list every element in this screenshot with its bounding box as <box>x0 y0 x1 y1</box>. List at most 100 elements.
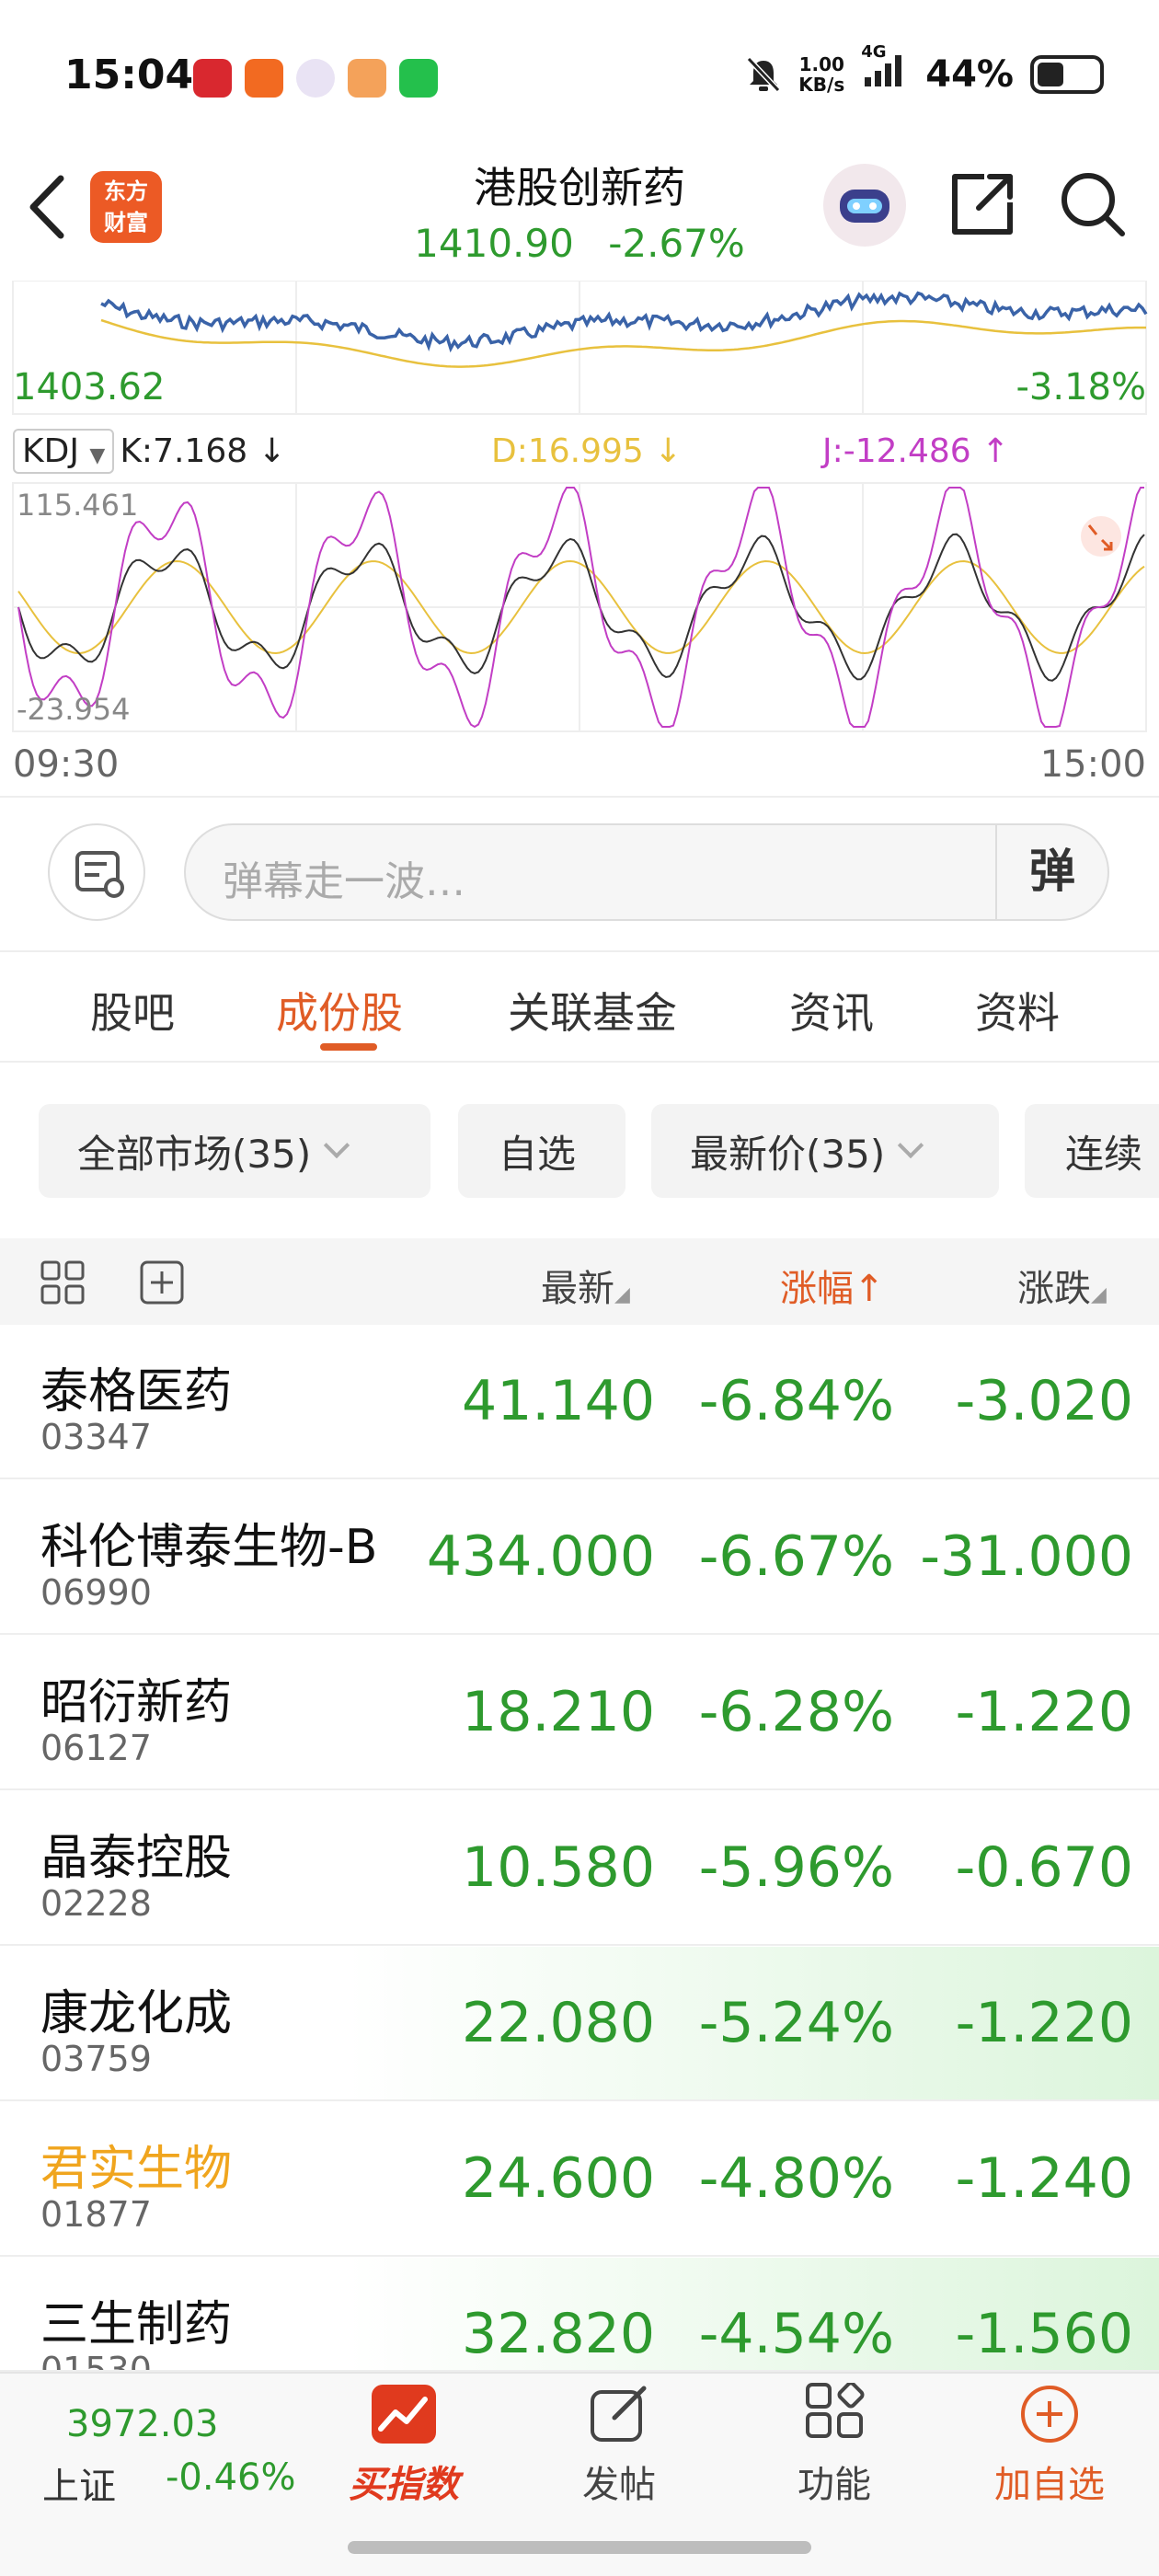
table-row[interactable]: 晶泰控股 02228 10.580 -5.96% -0.670 <box>0 1791 1159 1946</box>
price-low-pct: -3.18% <box>1016 366 1146 408</box>
stock-code: 06990 <box>40 1572 152 1613</box>
stock-change: -1.560 <box>955 2302 1133 2366</box>
time-start: 09:30 <box>13 743 120 786</box>
tab-news[interactable]: 资讯 <box>789 980 874 1041</box>
index-price: 1410.90 <box>414 221 574 266</box>
watchlist-filter[interactable]: 自选 <box>458 1104 625 1198</box>
sh-index-pct[interactable]: -0.46% <box>166 2456 296 2499</box>
signal-marker <box>1081 516 1121 557</box>
app-notification-icon <box>296 59 335 98</box>
table-row[interactable]: 三生制药 01530 32.820 -4.54% -1.560 <box>0 2258 1159 2372</box>
kdj-max-label: 115.461 <box>17 488 139 523</box>
net-speed: 1.00 KB/s <box>798 54 844 95</box>
kdj-d-value: D:16.995 ↓ <box>491 431 683 470</box>
search-icon[interactable] <box>1058 169 1128 239</box>
nav-buy-index[interactable]: 买指数 <box>335 2383 473 2508</box>
table-row[interactable]: 君实生物 01877 24.600 -4.80% -1.240 <box>0 2102 1159 2257</box>
stock-code: 01877 <box>40 2194 152 2235</box>
nav-buy-index-label: 买指数 <box>349 2464 459 2506</box>
price-low-label: 1403.62 <box>13 366 166 408</box>
stock-price: 18.210 <box>462 1680 655 1744</box>
stock-code: 01530 <box>40 2350 152 2372</box>
time-end: 15:00 <box>1039 743 1146 786</box>
stock-name: 晶泰控股 <box>40 1831 233 1886</box>
indicator-name: KDJ <box>22 431 79 470</box>
tab-constituents[interactable]: 成份股 <box>276 980 403 1041</box>
stock-change-pct: -6.67% <box>698 1524 894 1589</box>
stock-name: 昭衍新药 <box>40 1675 233 1731</box>
nav-post[interactable]: 发帖 <box>550 2383 688 2508</box>
stock-change: -31.000 <box>920 1524 1133 1589</box>
add-icon[interactable] <box>138 1259 186 1306</box>
price-filter[interactable]: 最新价(35) <box>651 1104 999 1198</box>
sh-index-name[interactable]: 上证 <box>42 2456 116 2510</box>
nav-functions-label: 功能 <box>798 2464 871 2506</box>
battery-fill <box>1038 63 1063 86</box>
kdj-legend: KDJ ▼ K:7.168 ↓ D:16.995 ↓ J:-12.486 ↑ <box>13 423 1153 478</box>
kdj-j-value: J:-12.486 ↑ <box>822 431 1010 470</box>
chevron-down-icon <box>324 1132 350 1159</box>
stock-price: 22.080 <box>462 1991 655 2055</box>
tab-related-funds[interactable]: 关联基金 <box>508 980 677 1041</box>
table-row[interactable]: 昭衍新药 06127 18.210 -6.28% -1.220 <box>0 1636 1159 1790</box>
notification-icons <box>193 59 438 98</box>
chevron-down-icon <box>898 1132 924 1159</box>
sh-index-value[interactable]: 3972.03 <box>66 2403 218 2445</box>
danmu-settings-icon[interactable] <box>48 823 145 921</box>
watchlist-filter-label: 自选 <box>499 1131 577 1177</box>
net-speed-unit: KB/s <box>798 74 845 96</box>
col-latest-label: 最新 <box>541 1268 614 1310</box>
signal-icon: 4G <box>861 42 909 98</box>
table-row[interactable]: 科伦博泰生物-B 06990 434.000 -6.67% -31.000 <box>0 1480 1159 1635</box>
nav-add-watchlist[interactable]: 加自选 <box>981 2383 1119 2508</box>
stock-code: 03347 <box>40 1417 152 1457</box>
kdj-k-value: K:7.168 ↓ <box>120 431 286 470</box>
robot-face-icon <box>840 190 889 223</box>
nav-add-watchlist-label: 加自选 <box>994 2464 1105 2506</box>
stock-change-pct: -4.54% <box>698 2302 894 2366</box>
tab-info[interactable]: 资料 <box>975 980 1060 1041</box>
col-change[interactable]: 涨跌◢ <box>1017 1259 1107 1312</box>
col-latest[interactable]: 最新◢ <box>541 1259 630 1312</box>
wechat-icon <box>399 59 438 98</box>
col-change-pct[interactable]: 涨幅↑ <box>780 1259 885 1312</box>
share-icon[interactable] <box>947 169 1017 239</box>
app-notification-icon <box>348 59 386 98</box>
status-right: 1.00 KB/s 4G 44% <box>745 42 1104 98</box>
stock-change-pct: -4.80% <box>698 2146 894 2211</box>
stock-change: -1.220 <box>955 1991 1133 2055</box>
index-change-pct: -2.67% <box>608 221 745 266</box>
streak-filter[interactable]: 连续 <box>1025 1104 1159 1198</box>
dropdown-triangle-icon: ▼ <box>89 443 106 467</box>
tab-active-underline <box>320 1043 377 1051</box>
stock-change-pct: -5.24% <box>698 1991 894 2055</box>
assistant-robot-icon[interactable] <box>823 164 906 247</box>
intraday-chart[interactable] <box>0 281 1159 796</box>
kdj-min-label: -23.954 <box>17 692 131 727</box>
mute-icon <box>747 56 781 93</box>
battery-icon <box>1030 55 1104 94</box>
apps-icon <box>806 2381 865 2438</box>
danmu-list-icon <box>75 851 124 898</box>
home-indicator[interactable] <box>348 2541 811 2554</box>
table-row[interactable]: 泰格医药 03347 41.140 -6.84% -3.020 <box>0 1325 1159 1479</box>
stock-price: 434.000 <box>426 1524 655 1589</box>
table-row[interactable]: 康龙化成 03759 22.080 -5.24% -1.220 <box>0 1947 1159 2101</box>
stock-name: 科伦博泰生物-B <box>40 1520 378 1575</box>
stock-code: 06127 <box>40 1728 152 1768</box>
stock-name: 泰格医药 <box>40 1364 233 1420</box>
nav-functions[interactable]: 功能 <box>765 2381 903 2508</box>
battery-text: 44% <box>925 53 1014 96</box>
market-filter[interactable]: 全部市场(35) <box>39 1104 430 1198</box>
app-notification-icon <box>193 59 232 98</box>
stock-code: 03759 <box>40 2039 152 2079</box>
sort-icon: ◢ <box>1091 1283 1107 1306</box>
indicator-select[interactable]: KDJ ▼ <box>13 428 115 474</box>
stock-change: -1.240 <box>955 2146 1133 2211</box>
stock-price: 32.820 <box>462 2302 655 2366</box>
grid-view-icon[interactable] <box>39 1259 86 1306</box>
danmu-toggle-button[interactable]: 弹 <box>995 825 1107 919</box>
tab-guba[interactable]: 股吧 <box>90 980 175 1041</box>
stock-change: -1.220 <box>955 1680 1133 1744</box>
price-filter-label: 最新价(35) <box>690 1131 886 1177</box>
